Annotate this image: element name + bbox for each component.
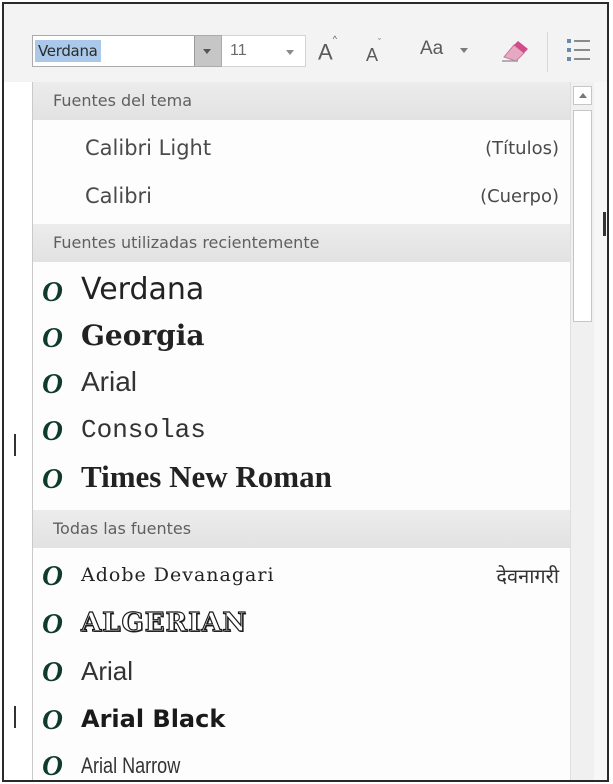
theme-font-role: (Cuerpo) [480,186,559,207]
font-list-scrollbar[interactable] [570,82,595,780]
chevron-up-icon [579,93,587,98]
opentype-font-icon: O [42,750,63,782]
theme-font-name: Calibri Light [85,136,212,160]
chevron-down-icon [203,49,211,54]
eraser-icon[interactable] [498,37,532,63]
font-item-arial-black[interactable]: O Arial Black [33,696,571,742]
opentype-font-icon: O [42,415,63,447]
font-item-label: Arial Black [81,705,226,733]
opentype-font-icon: O [42,276,63,308]
font-item-label: Arial [81,366,138,397]
opentype-font-icon: O [42,560,63,592]
gutter-mark [14,434,16,456]
font-item-label: Adobe Devanagari [81,564,275,586]
font-item-arial-narrow[interactable]: O Arial Narrow [33,742,571,782]
font-item-consolas[interactable]: O Consolas [33,407,571,453]
font-item-adobe-devanagari[interactable]: O Adobe Devanagari देवनागरी [33,552,571,598]
document-edge [594,82,607,780]
font-size-combobox[interactable]: 11 [222,35,306,67]
font-size-value[interactable]: 11 [230,42,247,60]
font-name-combobox[interactable]: Verdana [32,35,222,67]
document-gutter [4,82,32,780]
scroll-up-button[interactable] [573,86,592,105]
chevron-down-icon[interactable] [286,50,294,55]
section-header-recent-fonts: Fuentes utilizadas recientemente [33,224,571,262]
shrink-font-icon: A [366,45,379,65]
change-case-label: Aa [420,38,444,59]
opentype-font-icon: O [42,368,63,400]
font-item-label: Verdana [81,272,205,307]
grow-font-icon: A [318,39,333,65]
font-list-panel[interactable]: Fuentes del tema Calibri Light (Títulos)… [32,82,571,782]
opentype-font-icon: O [42,322,63,354]
font-item-times-new-roman[interactable]: O Times New Roman [33,455,571,501]
toolbar-divider [547,32,548,72]
font-item-verdana[interactable]: O Verdana [33,268,571,314]
chevron-down-icon[interactable] [460,48,468,53]
font-item-georgia[interactable]: O Georgia [33,314,571,360]
section-header-theme-fonts: Fuentes del tema [33,82,571,120]
font-item-arial[interactable]: O Arial [33,648,571,694]
font-dropdown-window: Verdana 11 A^ Aˇ Aa Fuentes del tema Cal… [2,2,609,782]
theme-font-item[interactable]: Calibri (Cuerpo) [33,174,571,220]
font-name-value[interactable]: Verdana [35,40,101,62]
bullets-icon[interactable] [564,34,594,66]
opentype-font-icon: O [42,656,63,688]
section-header-all-fonts: Todas las fuentes [33,510,571,548]
edge-mark [603,212,606,236]
theme-font-name: Calibri [85,184,152,208]
shrink-font-button[interactable]: Aˇ [366,36,381,70]
font-item-algerian[interactable]: O ALGERIAN [33,600,571,646]
font-item-label: Arial Narrow [81,753,181,778]
opentype-font-icon: O [42,704,63,736]
opentype-font-icon: O [42,463,63,495]
theme-font-role: (Títulos) [485,138,559,159]
theme-font-item[interactable]: Calibri Light (Títulos) [33,126,571,172]
gutter-mark [14,706,16,728]
opentype-font-icon: O [42,608,63,640]
font-item-label: Arial [81,656,134,686]
font-toolbar: Verdana 11 A^ Aˇ Aa [4,4,607,82]
font-item-label: Georgia [81,319,205,352]
font-script-sample: देवनागरी [496,564,559,588]
font-item-label: Consolas [81,415,206,445]
font-name-dropdown-button[interactable] [194,36,221,66]
font-item-arial[interactable]: O Arial [33,360,571,406]
font-item-label: Times New Roman [81,459,332,494]
change-case-button[interactable]: Aa [420,34,443,64]
font-item-label: ALGERIAN [80,607,248,638]
scroll-thumb[interactable] [573,110,592,322]
grow-font-button[interactable]: A^ [318,33,337,67]
